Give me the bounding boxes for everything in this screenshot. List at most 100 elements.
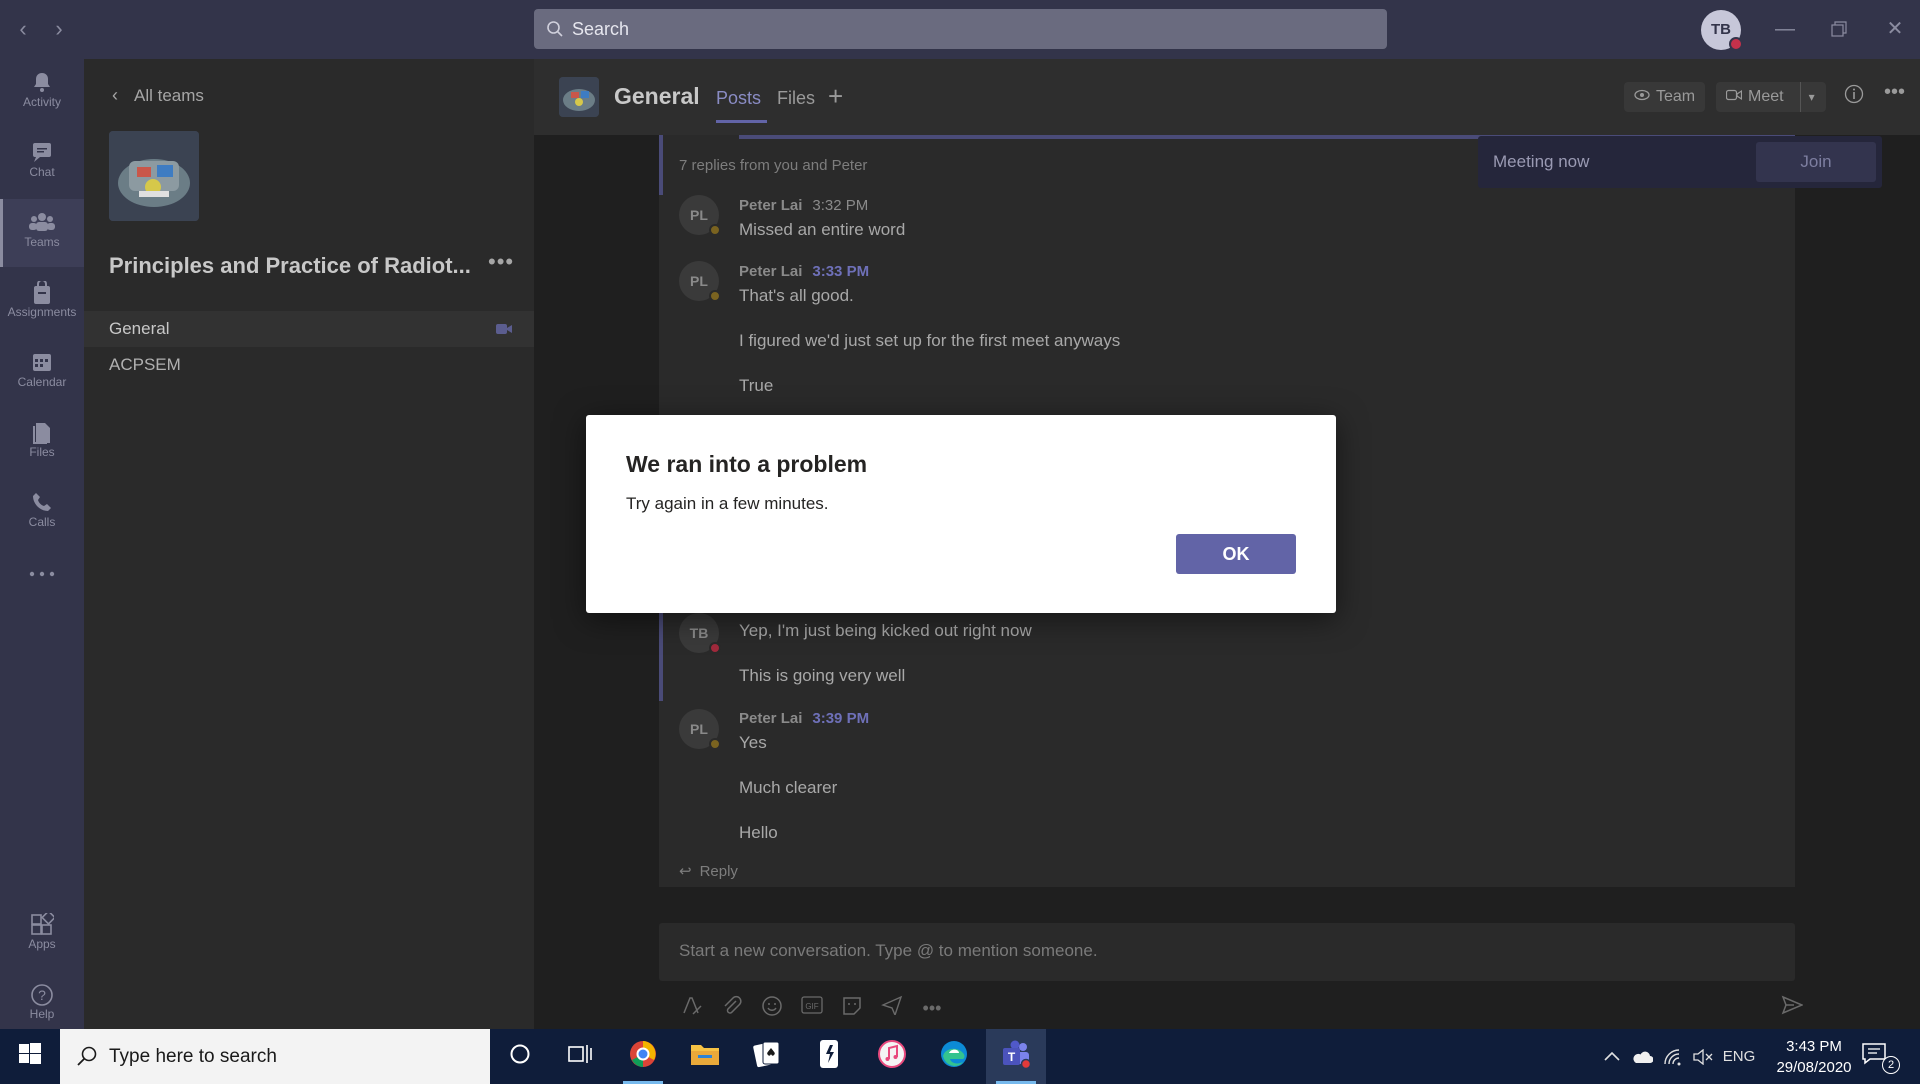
meet-button[interactable]: Meet ▾: [1716, 82, 1826, 112]
taskbar-app-calculator[interactable]: [799, 1029, 859, 1084]
taskbar-app-chrome[interactable]: [613, 1029, 673, 1084]
rail-item-calendar[interactable]: Calendar: [0, 339, 84, 407]
all-teams-link[interactable]: ‹ All teams: [112, 85, 204, 106]
calendar-icon: [0, 339, 84, 373]
show-hidden-icons[interactable]: [1598, 1029, 1626, 1084]
back-arrow-icon[interactable]: ‹: [10, 16, 36, 42]
chevron-down-icon[interactable]: ▾: [1799, 82, 1815, 112]
cards-icon: [752, 1039, 782, 1074]
avatar[interactable]: PL: [679, 261, 721, 302]
sticker-icon[interactable]: [839, 995, 865, 1021]
team-button[interactable]: Team: [1624, 82, 1706, 112]
avatar[interactable]: PL: [679, 195, 721, 236]
onedrive-icon[interactable]: [1627, 1029, 1657, 1084]
replies-info[interactable]: 7 replies from you and Peter: [679, 157, 867, 174]
more-icon: [0, 549, 84, 583]
search-placeholder: Search: [572, 19, 630, 39]
taskbar-app-edge[interactable]: [924, 1029, 984, 1084]
network-icon[interactable]: [1658, 1029, 1688, 1084]
clock-date: 29/08/2020: [1776, 1059, 1852, 1076]
teams-icon: [0, 199, 84, 233]
avatar-initials: TB: [689, 625, 709, 641]
channel-item-general[interactable]: General: [84, 311, 534, 347]
ok-button[interactable]: OK: [1176, 534, 1296, 574]
taskbar-search-input[interactable]: Type here to search: [60, 1029, 490, 1084]
cortana-button[interactable]: [490, 1029, 550, 1084]
start-button[interactable]: [0, 1029, 60, 1084]
taskbar-clock[interactable]: 3:43 PM 29/08/2020: [1764, 1036, 1864, 1078]
phone-icon: [0, 479, 84, 513]
chat-icon: [0, 129, 84, 163]
teams-pane: ‹ All teams Principles and Practice of Ra…: [84, 59, 534, 1029]
reply-arrow-icon: ↩: [679, 863, 692, 880]
help-icon: ?: [0, 971, 84, 1006]
rail-label: Teams: [24, 235, 60, 249]
send-icon[interactable]: [1779, 995, 1805, 1021]
profile-avatar[interactable]: TB: [1701, 10, 1743, 51]
rail-item-files[interactable]: Files: [0, 409, 84, 477]
rail-label: Calendar: [17, 375, 67, 389]
taskbar-app-teams[interactable]: T: [986, 1029, 1046, 1084]
input-language[interactable]: ENG: [1718, 1029, 1760, 1084]
team-more-options-icon[interactable]: •••: [488, 249, 514, 275]
avatar[interactable]: PL: [679, 709, 721, 750]
attach-icon[interactable]: [719, 995, 745, 1021]
add-tab-icon[interactable]: +: [828, 81, 843, 112]
taskbar-app-itunes[interactable]: [862, 1029, 922, 1084]
rail-item-assignments[interactable]: Assignments: [0, 269, 84, 337]
rail-item-teams[interactable]: Teams: [0, 199, 84, 267]
taskbar-app-file-explorer[interactable]: [675, 1029, 735, 1084]
taskbar-app-solitaire[interactable]: [737, 1029, 797, 1084]
message-text: This is going very well: [739, 666, 906, 685]
compose-box[interactable]: Start a new conversation. Type @ to ment…: [659, 923, 1795, 981]
close-icon[interactable]: ✕: [1880, 14, 1910, 44]
minimize-icon[interactable]: —: [1770, 14, 1800, 44]
more-options-icon[interactable]: •••: [1884, 81, 1905, 104]
join-meeting-button[interactable]: Join: [1756, 142, 1876, 182]
away-status-icon: [709, 738, 721, 750]
compose-placeholder: Start a new conversation. Type @ to ment…: [679, 941, 1098, 960]
thread-bar: [659, 135, 663, 195]
teams-app-icon: T: [1000, 1039, 1032, 1074]
channel-item-acpsem[interactable]: ACPSEM: [84, 347, 534, 383]
title-bar: ‹ › Search TB — ✕: [0, 0, 1920, 59]
rail-item-more[interactable]: [0, 549, 84, 617]
avatar[interactable]: TB: [679, 613, 721, 654]
taskbar-search-placeholder: Type here to search: [109, 1046, 277, 1067]
volume-muted-icon[interactable]: [1688, 1029, 1718, 1084]
apps-icon: [0, 901, 84, 935]
chevron-left-icon: ‹: [112, 85, 118, 105]
message-meta: Peter Lai 3:32 PM: [739, 197, 868, 214]
task-view-button[interactable]: [550, 1029, 610, 1084]
busy-status-icon: [1729, 37, 1743, 51]
search-input[interactable]: Search: [534, 9, 1387, 49]
restore-icon[interactable]: [1824, 14, 1854, 44]
rail-label: Activity: [22, 95, 61, 109]
action-center-button[interactable]: 2: [1862, 1039, 1902, 1075]
tab-posts[interactable]: Posts: [716, 88, 768, 123]
info-icon[interactable]: [1844, 84, 1864, 110]
emoji-icon[interactable]: [759, 995, 785, 1021]
message-time: 3:33 PM: [812, 263, 870, 280]
rail-item-help[interactable]: ? Help: [0, 971, 84, 1029]
meet-now-icon[interactable]: [879, 995, 905, 1021]
more-options-icon[interactable]: •••: [919, 995, 945, 1021]
forward-arrow-icon[interactable]: ›: [46, 16, 72, 42]
rail-item-calls[interactable]: Calls: [0, 479, 84, 547]
rail-label: Files: [29, 445, 55, 459]
eye-icon: [1634, 82, 1650, 112]
chevron-up-icon: [1604, 1048, 1620, 1065]
rail-label: Apps: [28, 937, 56, 951]
rail-item-activity[interactable]: Activity: [0, 59, 84, 127]
edge-icon: [939, 1039, 969, 1074]
format-icon[interactable]: [679, 995, 705, 1021]
tab-files[interactable]: Files: [777, 88, 815, 109]
rail-item-chat[interactable]: Chat: [0, 129, 84, 197]
rail-item-apps[interactable]: Apps: [0, 901, 84, 969]
video-camera-icon: [1725, 82, 1743, 112]
reply-button[interactable]: ↩ Reply: [679, 862, 738, 880]
clock-time: 3:43 PM: [1786, 1038, 1842, 1055]
avatar-initials: PL: [690, 273, 708, 289]
task-view-icon: [568, 1043, 592, 1070]
gif-icon[interactable]: GIF: [799, 995, 825, 1021]
